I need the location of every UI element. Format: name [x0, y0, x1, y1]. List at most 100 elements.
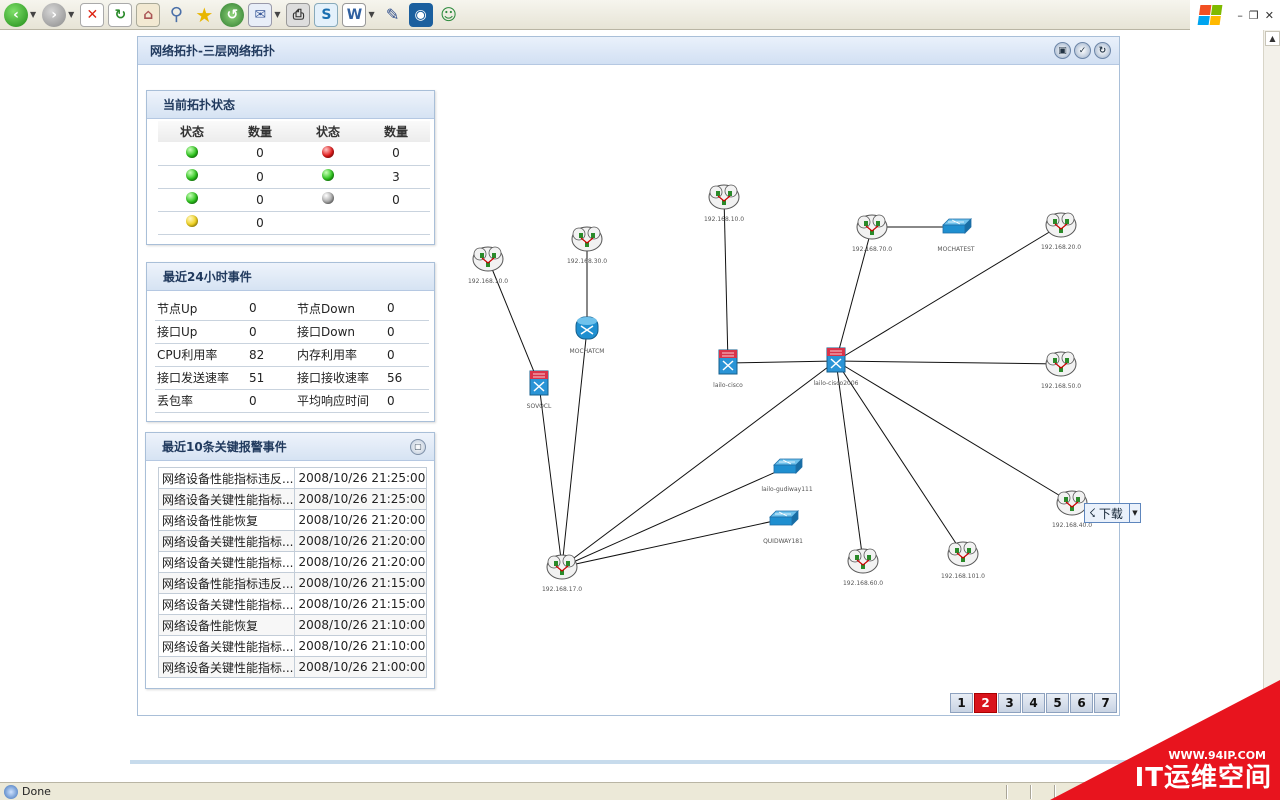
alarm-row[interactable]: 网络设备关键性能指标... 2008/10/26 21:25:00	[157, 488, 428, 510]
topology-node-switch[interactable]: MOCHATEST	[937, 218, 975, 253]
alarm-row[interactable]: 网络设备性能恢复 2008/10/26 21:10:00	[157, 614, 428, 636]
alarm-row[interactable]: 网络设备关键性能指标... 2008/10/26 21:00:00	[157, 656, 428, 678]
alarm-name[interactable]: 网络设备性能恢复	[157, 614, 296, 636]
topology-node-cloud[interactable]: 192.168.30.0	[567, 226, 607, 265]
settings-icon[interactable]: ✓	[1074, 42, 1091, 59]
topology-node-switch[interactable]: lailo-gudiway111	[761, 458, 813, 493]
topology-node-router[interactable]: MOCHATCM	[570, 316, 605, 355]
vertical-scrollbar[interactable]: ▲ ▼	[1263, 30, 1280, 782]
alarm-name[interactable]: 网络设备关键性能指标...	[157, 656, 296, 678]
alarm-row[interactable]: 网络设备关键性能指标... 2008/10/26 21:15:00	[157, 593, 428, 615]
status-cell: 0	[226, 142, 294, 166]
layer3-switch-icon	[718, 349, 738, 375]
stop-icon[interactable]: ✕	[80, 2, 105, 27]
mail-icon[interactable]: ✉	[248, 2, 273, 27]
research-icon[interactable]: ◉	[408, 2, 433, 27]
messenger-icon[interactable]: ☺	[437, 3, 461, 27]
topology-node-l3switch[interactable]: lailo-cisco2006	[814, 347, 859, 387]
alarm-time: 2008/10/26 21:10:00	[294, 614, 428, 636]
topology-node-cloud[interactable]: 192.168.101.0	[941, 541, 985, 580]
red-status-icon	[322, 145, 334, 158]
event-label: 接口接收速率	[295, 366, 385, 390]
yellow-status-icon	[186, 215, 198, 227]
status-cell: 0	[226, 211, 294, 235]
event-label: 接口Down	[295, 320, 385, 344]
status-row: 00	[158, 142, 430, 166]
alarm-row[interactable]: 网络设备性能恢复 2008/10/26 21:20:00	[157, 509, 428, 531]
back-dropdown-icon[interactable]: ▼	[30, 10, 36, 19]
status-row: 00	[158, 188, 430, 212]
forward-icon[interactable]: ›	[42, 2, 67, 27]
scroll-up-icon[interactable]: ▲	[1265, 31, 1280, 46]
close-icon[interactable]: ✕	[1265, 9, 1274, 22]
alarm-name[interactable]: 网络设备性能指标违反...	[157, 572, 296, 594]
maximize-icon[interactable]: ▢	[410, 438, 426, 455]
node-label: 192.168.70.0	[852, 246, 892, 253]
history-icon[interactable]: ↺	[220, 2, 245, 27]
events-24h-title: 最近24小时事件	[147, 263, 434, 291]
alarm-row[interactable]: 网络设备关键性能指标... 2008/10/26 21:20:00	[157, 530, 428, 552]
forward-dropdown-icon[interactable]: ▼	[68, 10, 74, 19]
alarm-name[interactable]: 网络设备关键性能指标...	[157, 551, 296, 573]
download-dropdown-icon[interactable]: ▼	[1128, 504, 1140, 522]
topology-status-box: 当前拓扑状态 状态 数量 状态 数量 0003000	[146, 90, 435, 245]
topology-node-cloud[interactable]: 192.168.50.0	[1041, 351, 1081, 390]
status-cell: 0	[226, 165, 294, 189]
topology-node-cloud[interactable]: 192.168.70.0	[852, 214, 892, 253]
print-icon[interactable]: ⎙	[286, 2, 311, 27]
alarm-name[interactable]: 网络设备关键性能指标...	[157, 488, 296, 510]
mail-dropdown-icon[interactable]: ▼	[274, 10, 280, 19]
favorites-icon[interactable]: ★	[192, 3, 216, 27]
network-cloud-icon	[847, 548, 879, 574]
alarm-name[interactable]: 网络设备性能恢复	[157, 509, 296, 531]
alarm-row[interactable]: 网络设备关键性能指标... 2008/10/26 21:20:00	[157, 551, 428, 573]
alarm-name[interactable]: 网络设备性能指标违反...	[157, 467, 296, 489]
event-label: CPU利用率	[155, 343, 247, 367]
topology-node-l3switch[interactable]: SOVOCL	[527, 370, 552, 410]
restore-icon[interactable]: ❐	[1249, 9, 1259, 22]
topology-link	[727, 360, 837, 364]
edit-word-icon[interactable]: W	[342, 2, 367, 27]
discuss-icon[interactable]: ✎	[381, 3, 405, 27]
topology-node-cloud[interactable]: 192.168.20.0	[1041, 212, 1081, 251]
topology-link	[835, 360, 1073, 504]
node-label: 192.168.101.0	[941, 573, 985, 580]
page-button-1[interactable]: 1	[950, 693, 973, 713]
refresh-icon[interactable]: ↻	[108, 2, 133, 27]
search-icon[interactable]: ⚲	[164, 3, 188, 27]
status-count: 0	[256, 215, 264, 230]
topology-node-l3switch[interactable]: lailo-cisco	[713, 349, 743, 389]
alarm-row[interactable]: 网络设备性能指标违反... 2008/10/26 21:25:00	[157, 467, 428, 489]
page-button-3[interactable]: 3	[998, 693, 1021, 713]
node-label: 192.168.17.0	[542, 586, 582, 593]
topology-node-cloud[interactable]: 192.168.10.0	[468, 246, 508, 285]
alarm-name[interactable]: 网络设备关键性能指标...	[157, 593, 296, 615]
windows-logo-icon	[1198, 5, 1223, 25]
home-icon[interactable]: ⌂	[136, 2, 161, 27]
event-row: 节点Up 0 节点Down 0	[155, 297, 429, 321]
alarm-name[interactable]: 网络设备关键性能指标...	[157, 635, 296, 657]
page-button-4[interactable]: 4	[1022, 693, 1045, 713]
edit-dropdown-icon[interactable]: ▼	[368, 10, 374, 19]
topology-link	[835, 360, 864, 562]
topology-node-cloud[interactable]: 192.168.10.0	[704, 184, 744, 223]
event-label: 节点Down	[295, 297, 385, 321]
refresh-panel-icon[interactable]: ↻	[1094, 42, 1111, 59]
event-label: 内存利用率	[295, 343, 385, 367]
download-tooltip[interactable]: ☇ 下载 ▼	[1084, 503, 1141, 523]
back-icon[interactable]: ‹	[4, 2, 28, 27]
node-label: 192.168.20.0	[1041, 244, 1081, 251]
topology-node-cloud[interactable]: 192.168.60.0	[843, 548, 883, 587]
events-24h-box: 最近24小时事件 节点Up 0 节点Down 0 接口Up 0 接口Down 0 CPU利用率 8…	[146, 262, 435, 422]
status-header: 状态	[294, 121, 362, 142]
alarm-name[interactable]: 网络设备关键性能指标...	[157, 530, 296, 552]
alarm-row[interactable]: 网络设备关键性能指标... 2008/10/26 21:10:00	[157, 635, 428, 657]
alarm-time: 2008/10/26 21:25:00	[294, 488, 428, 510]
minimize-icon[interactable]: –	[1237, 9, 1243, 22]
topology-diagram[interactable]: 192.168.10.0 192.168.30.0 192.168.10.0 192.…	[450, 67, 1118, 687]
view-icon[interactable]: ▣	[1054, 42, 1071, 59]
page-button-2[interactable]: 2	[974, 693, 997, 713]
alarm-row[interactable]: 网络设备性能指标违反... 2008/10/26 21:15:00	[157, 572, 428, 594]
topology-node-switch[interactable]: QUIDWAY181	[763, 510, 803, 545]
skype-icon[interactable]: S	[314, 2, 339, 27]
